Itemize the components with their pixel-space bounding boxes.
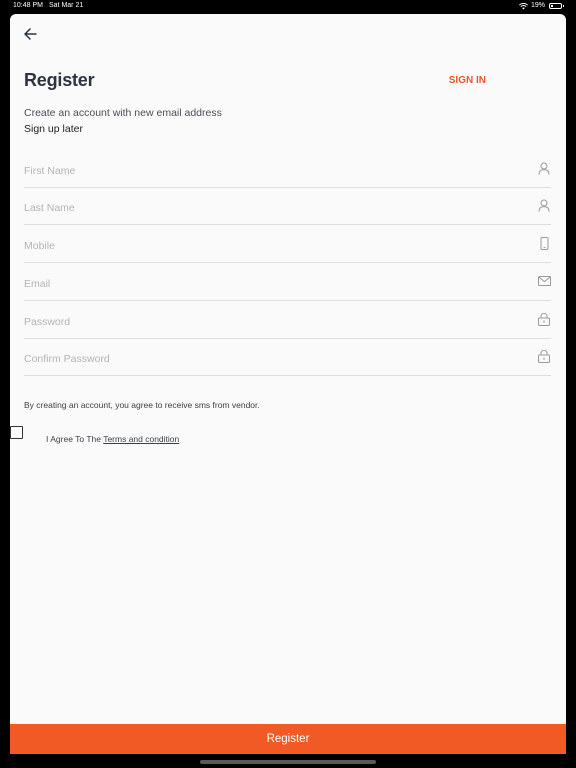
subtitle: Create an account with new email address (24, 107, 222, 119)
agree-checkbox[interactable] (10, 426, 23, 439)
lock-icon (537, 349, 551, 363)
mobile-input[interactable] (24, 238, 514, 254)
register-sheet: Register SIGN IN Create an account with … (10, 14, 566, 754)
page-title: Register (24, 70, 95, 90)
last-name-field (24, 188, 551, 225)
password-input[interactable] (24, 314, 514, 330)
home-indicator (200, 760, 376, 764)
first-name-field (24, 151, 551, 188)
confirm-password-input[interactable] (24, 351, 514, 367)
back-button[interactable] (22, 26, 38, 42)
lock-icon (537, 312, 551, 326)
sign-in-link[interactable]: SIGN IN (449, 75, 486, 86)
status-date: Sat Mar 21 (49, 2, 84, 9)
terms-link[interactable]: Terms and condition (103, 434, 179, 444)
battery-icon (549, 3, 564, 9)
mail-icon (537, 274, 551, 288)
wifi-icon (519, 2, 528, 9)
password-field (24, 302, 551, 339)
agree-label: I Agree To The Terms and condition (46, 434, 179, 444)
sign-up-later-link[interactable]: Sign up later (24, 123, 83, 135)
sms-notice: By creating an account, you agree to rec… (24, 400, 260, 410)
status-time: 10:48 PM (13, 2, 43, 9)
email-input[interactable] (24, 276, 514, 292)
first-name-input[interactable] (24, 163, 514, 179)
last-name-input[interactable] (24, 200, 514, 216)
register-button[interactable]: Register (10, 724, 566, 754)
confirm-password-field (24, 339, 551, 376)
email-field (24, 264, 551, 301)
battery-percent: 19% (530, 2, 545, 9)
agree-prefix: I Agree To The (46, 434, 104, 444)
status-bar: 10:48 PM Sat Mar 21 19% (0, 0, 576, 14)
arrow-left-icon (23, 28, 37, 40)
person-icon (537, 198, 551, 212)
phone-icon (537, 236, 551, 250)
status-right: 19% (519, 0, 564, 12)
mobile-field (24, 226, 551, 263)
person-icon (537, 161, 551, 175)
